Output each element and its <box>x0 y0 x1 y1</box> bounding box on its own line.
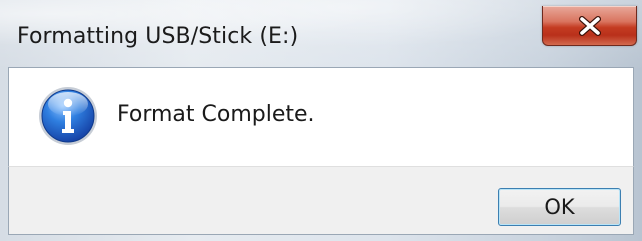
close-button[interactable] <box>542 6 637 46</box>
info-icon <box>37 85 99 147</box>
dialog-message: Format Complete. <box>117 102 315 127</box>
window-title: Formatting USB/Stick (E:) <box>17 24 299 49</box>
close-icon <box>578 15 602 36</box>
dialog-window: Formatting USB/Stick (E:) Format Complet… <box>0 0 642 241</box>
dialog-footer: OK <box>8 166 634 235</box>
ok-button[interactable]: OK <box>498 188 621 226</box>
dialog-content: Format Complete. <box>8 67 634 166</box>
